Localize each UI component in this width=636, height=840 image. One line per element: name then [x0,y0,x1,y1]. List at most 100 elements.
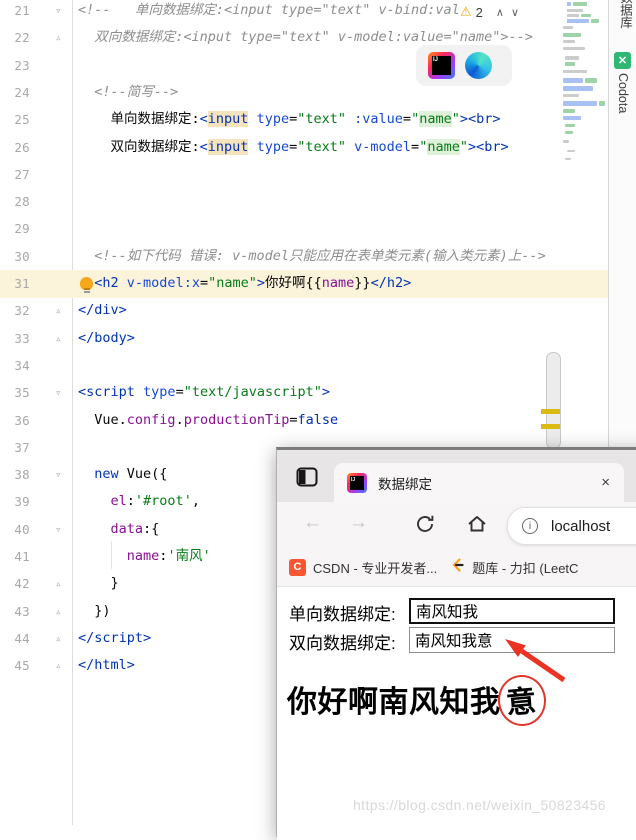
next-warning-icon[interactable]: ∨ [511,6,519,19]
code-token: el [111,493,127,509]
minimap-bar [581,14,591,17]
line-number[interactable]: 38 [0,461,30,488]
code-token: = [289,111,297,127]
code-line-24[interactable]: 24 <!--简写--> [0,79,608,107]
bookmarks-bar: CCSDN - 专业开发者... 题库 - 力扣 (LeetC [277,548,636,587]
code-token: <!--如下代码 错误: v-model只能应用在表单类元素(输入类元素)上--… [94,248,545,264]
line-number[interactable]: 24 [0,79,30,106]
fold-marker-icon[interactable]: ▿ [55,461,62,488]
line-number[interactable]: 25 [0,106,30,133]
site-info-icon[interactable]: i [522,518,538,534]
fold-marker-icon[interactable]: ▵ [55,297,62,324]
codota-tool-button[interactable]: Codota [616,73,630,113]
tab-actions-menu-icon[interactable] [296,466,318,488]
code-line-29[interactable]: 29 [0,215,608,243]
home-icon[interactable] [466,513,488,540]
url-host[interactable]: localhost [551,518,610,535]
fold-marker-icon[interactable]: ▵ [55,652,62,679]
fold-marker-icon[interactable]: ▵ [55,325,62,352]
tab-close-icon[interactable]: × [601,475,610,490]
code-line-31[interactable]: 31 <h2 v-model:x="name">你好啊{{name}}</h2> [0,270,608,298]
fold-marker-icon[interactable]: ▵ [55,598,62,625]
code-token [119,275,127,291]
code-text: <script type="text/javascript"> [78,379,330,406]
fold-marker-icon[interactable]: ▿ [55,379,62,406]
code-line-23[interactable]: 23 [0,52,608,80]
line-number[interactable]: 44 [0,625,30,652]
line-number[interactable]: 27 [0,161,30,188]
fold-marker-icon[interactable]: ▵ [55,24,62,51]
back-icon[interactable]: ← [303,512,322,534]
code-line-36[interactable]: 36 Vue.config.productionTip=false [0,407,608,435]
code-line-34[interactable]: 34 [0,352,608,380]
line-number[interactable]: 40 [0,516,30,543]
code-token: name [419,111,452,127]
code-token: <h2 [94,275,118,291]
annotation-arrow [492,632,582,702]
refresh-icon[interactable] [414,513,436,540]
code-line-32[interactable]: 32▵</div> [0,297,608,325]
warning-stripe-mark[interactable] [541,409,560,414]
code-line-26[interactable]: 26 双向数据绑定:<input type="text" v-model="na… [0,134,608,162]
minimap[interactable] [561,0,607,172]
code-line-27[interactable]: 27 [0,161,608,189]
codota-icon[interactable]: ✕ [614,52,631,69]
code-token: < [200,139,208,155]
bookmark-leetcode[interactable]: 题库 - 力扣 (LeetC [449,557,578,578]
line-number[interactable]: 35 [0,379,30,406]
line-number[interactable]: 43 [0,598,30,625]
line-number[interactable]: 42 [0,570,30,597]
line-number[interactable]: 34 [0,352,30,379]
code-line-35[interactable]: 35 ▿ <script type="text/javascript"> [0,379,608,407]
line-number[interactable]: 33 [0,325,30,352]
code-line-33[interactable]: 33▵</body> [0,325,608,353]
line-number[interactable]: 21 [0,0,30,24]
code-text: <!--简写--> [78,79,178,106]
code-token: Vue. [78,412,127,428]
line-number[interactable]: 45 [0,652,30,679]
line-number[interactable]: 32 [0,297,30,324]
fold-marker-icon[interactable]: ▿ [55,516,62,543]
code-line-22[interactable]: 22▵ 双向数据绑定:<input type="text" v-model:va… [0,24,608,52]
line-number[interactable]: 41 [0,543,30,570]
editor-scrollbar-thumb[interactable] [546,352,561,449]
line-number[interactable]: 29 [0,215,30,242]
line-number[interactable]: 31 [0,270,30,297]
fold-marker-icon[interactable]: ▵ [55,570,62,597]
line-number[interactable]: 26 [0,134,30,161]
fold-marker-icon[interactable]: ▵ [55,625,62,652]
fold-marker-icon[interactable]: ▿ [55,0,62,24]
line-number[interactable]: 30 [0,243,30,270]
line-number[interactable]: 36 [0,407,30,434]
heading-text: 你好啊南风知我 [287,686,501,719]
line-number[interactable]: 22 [0,24,30,51]
line-number[interactable]: 37 [0,434,30,461]
line-number[interactable]: 39 [0,488,30,515]
code-line-25[interactable]: 25 单向数据绑定:<input type="text" :value="nam… [0,106,608,134]
code-line-28[interactable]: 28 [0,188,608,216]
edge-browser-icon[interactable] [465,52,492,79]
line-number[interactable]: 23 [0,52,30,79]
prev-warning-icon[interactable]: ∧ [496,6,504,19]
code-token: Vue({ [119,466,168,482]
code-token: type [257,111,290,127]
line-number[interactable]: 28 [0,188,30,215]
warning-stripe-mark[interactable] [541,424,560,429]
browser-tab[interactable]: IJ 数据绑定 × [334,463,624,502]
code-text: new Vue({ [78,461,167,488]
code-token: config [127,412,176,428]
code-token [78,275,94,291]
intellij-idea-icon[interactable]: IJ [428,52,455,79]
indent-guide [111,541,112,569]
code-line-30[interactable]: 30 <!--如下代码 错误: v-model只能应用在表单类元素(输入类元素)… [0,243,608,271]
forward-icon[interactable]: → [349,512,368,534]
code-token: "text" [297,139,346,155]
code-text: </html> [78,652,135,679]
database-tool-button[interactable]: 数据库 [616,0,635,29]
warning-count[interactable]: 2 [476,5,483,20]
inspection-widget[interactable]: ⚠ 2 ∧ ∨ [460,0,567,24]
code-token: = [289,139,297,155]
bookmark-csdn[interactable]: CCSDN - 专业开发者... [289,558,437,577]
address-bar[interactable]: i localhost [507,507,636,545]
one-way-binding-input[interactable] [409,598,615,624]
